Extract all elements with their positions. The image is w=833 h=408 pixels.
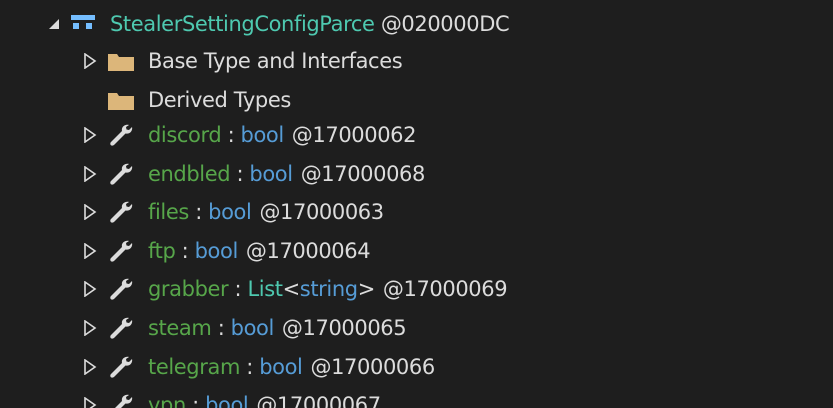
property-token: @17000069 — [382, 277, 508, 302]
type-separator: : — [211, 316, 231, 340]
property-type: bool — [240, 123, 285, 147]
type-separator: : — [240, 354, 260, 379]
collapsed-triangle-icon[interactable] — [80, 51, 100, 71]
generic-close: > — [357, 277, 376, 302]
property-token: @17000063 — [259, 200, 384, 225]
tree-node-property[interactable]: discord : bool @17000062 — [80, 116, 416, 154]
collapsed-triangle-icon[interactable] — [80, 318, 100, 338]
folder-icon — [106, 48, 136, 74]
wrench-icon — [106, 276, 136, 302]
tree-node-property[interactable]: files : bool @17000063 — [80, 193, 384, 231]
property-name: ftp — [148, 238, 176, 263]
property-token: @17000062 — [291, 123, 417, 147]
property-token: @17000068 — [300, 161, 426, 186]
property-label: discord : bool @17000062 — [148, 116, 416, 154]
assembly-explorer-tree: StealerSettingConfigParce @020000DC Base… — [0, 0, 833, 408]
class-label: StealerSettingConfigParce @020000DC — [110, 5, 510, 43]
tree-node-property[interactable]: grabber : List<string> @17000069 — [80, 270, 508, 308]
property-type: bool — [249, 161, 293, 186]
wrench-icon — [106, 354, 136, 380]
property-name: endbled — [148, 161, 231, 186]
wrench-icon — [106, 161, 136, 187]
folder-label: Base Type and Interfaces — [148, 49, 403, 73]
collapsed-triangle-icon[interactable] — [80, 279, 100, 299]
tree-node-class[interactable]: StealerSettingConfigParce @020000DC — [44, 5, 510, 43]
property-token: @17000065 — [281, 316, 407, 340]
wrench-icon — [106, 315, 136, 341]
property-label: steam : bool @17000065 — [148, 309, 407, 347]
tree-node-property[interactable]: steam : bool @17000065 — [80, 309, 407, 347]
type-separator: : — [228, 277, 248, 302]
tree-node-property[interactable]: endbled : bool @17000068 — [80, 155, 425, 193]
class-token: @020000DC — [380, 12, 510, 36]
property-name: discord — [148, 123, 222, 147]
tree-node-folder-derived-types[interactable]: Derived Types — [80, 81, 291, 119]
collapsed-triangle-icon[interactable] — [80, 357, 100, 377]
property-name: files — [148, 200, 189, 225]
property-name: steam — [148, 316, 212, 340]
generic-argument: string — [299, 277, 358, 302]
property-name: telegram — [148, 354, 240, 379]
type-separator: : — [185, 393, 206, 408]
property-label: grabber : List<string> @17000069 — [148, 270, 508, 308]
type-separator: : — [188, 200, 209, 225]
property-type: bool — [208, 200, 252, 225]
expanded-triangle-icon[interactable] — [44, 14, 64, 34]
tree-node-property[interactable]: ftp : bool @17000064 — [80, 232, 371, 270]
wrench-icon — [106, 199, 136, 225]
collapsed-triangle-icon[interactable] — [80, 241, 100, 261]
folder-label: Derived Types — [148, 88, 291, 112]
type-separator: : — [175, 238, 195, 263]
tree-node-property[interactable]: vpn : bool @17000067 — [80, 386, 381, 408]
property-label: telegram : bool @17000066 — [148, 348, 435, 386]
wrench-icon — [106, 122, 136, 148]
folder-icon — [106, 87, 136, 113]
property-name: grabber — [148, 277, 229, 302]
class-icon — [68, 11, 98, 37]
type-separator: : — [230, 161, 250, 186]
property-label: endbled : bool @17000068 — [148, 155, 425, 193]
collapsed-triangle-icon[interactable] — [80, 395, 100, 408]
property-label: vpn : bool @17000067 — [148, 386, 381, 408]
generic-open: < — [282, 277, 301, 302]
collapsed-triangle-icon[interactable] — [80, 202, 100, 222]
type-separator: : — [221, 123, 241, 147]
property-name: vpn — [148, 393, 186, 408]
collapsed-triangle-icon[interactable] — [80, 164, 100, 184]
collapsed-triangle-icon[interactable] — [80, 125, 100, 145]
tree-node-folder-base-types[interactable]: Base Type and Interfaces — [80, 42, 403, 80]
tree-node-property[interactable]: telegram : bool @17000066 — [80, 348, 435, 386]
class-name: StealerSettingConfigParce — [110, 12, 375, 36]
property-token: @17000067 — [256, 393, 381, 408]
wrench-icon — [106, 238, 136, 264]
property-type: bool — [194, 238, 239, 263]
property-type: List — [247, 277, 283, 302]
property-token: @17000066 — [310, 354, 436, 379]
property-token: @17000064 — [245, 238, 371, 263]
property-label: files : bool @17000063 — [148, 193, 384, 231]
property-type: bool — [259, 354, 303, 379]
property-label: ftp : bool @17000064 — [148, 232, 371, 270]
wrench-icon — [106, 392, 136, 408]
property-type: bool — [230, 316, 275, 340]
property-type: bool — [205, 393, 249, 408]
